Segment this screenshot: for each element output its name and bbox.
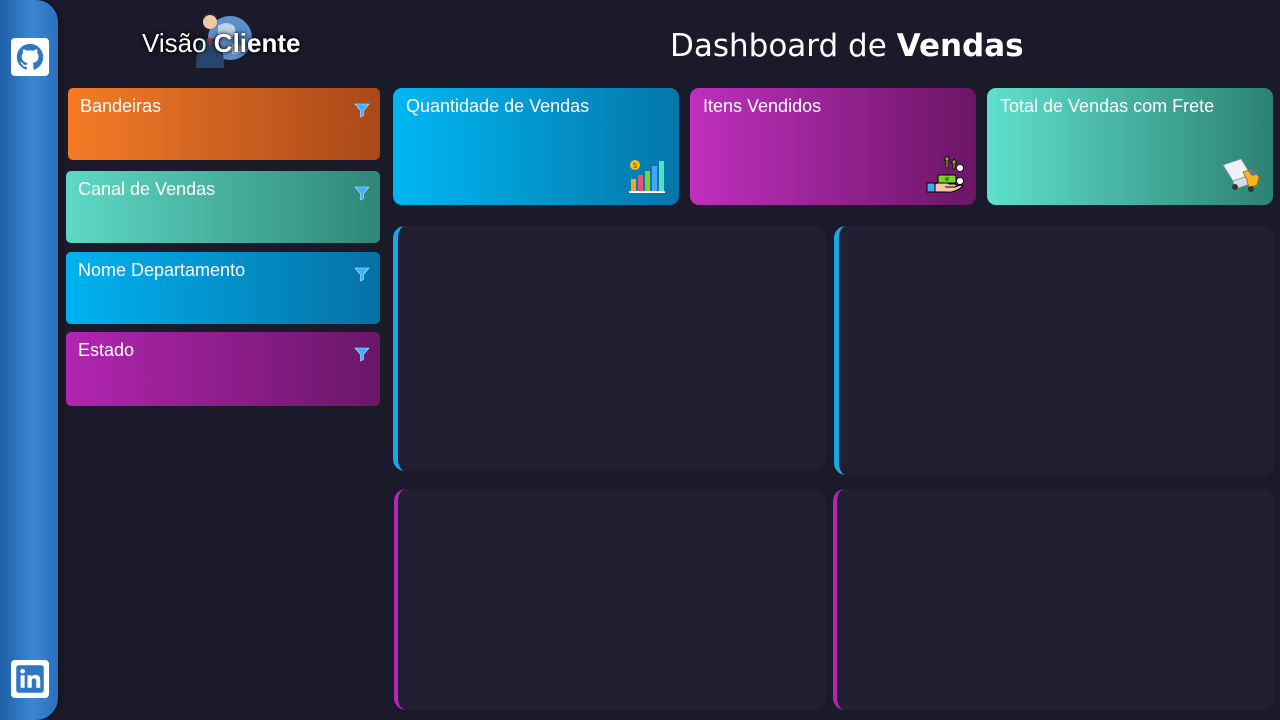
delivery-truck-icon [1222,158,1260,192]
filter-label: Canal de Vendas [78,179,216,199]
kpi-quantidade-de-vendas: Quantidade de Vendas $ [393,88,679,205]
filter-estado[interactable]: Estado [66,332,380,406]
brand-title-prefix: Visão [142,28,214,58]
filter-funnel-icon[interactable] [354,102,370,118]
money-hand-icon [926,155,964,193]
chart-panel-bottom-right [833,489,1275,710]
page-title-prefix: Dashboard de [670,28,897,64]
filter-canal-de-vendas[interactable]: Canal de Vendas [66,171,380,243]
filter-nome-departamento[interactable]: Nome Departamento [66,252,380,324]
kpi-label: Quantidade de Vendas [406,96,590,116]
kpi-label: Itens Vendidos [703,96,822,116]
filter-bandeiras[interactable]: Bandeiras [68,88,380,160]
filter-label: Estado [78,340,135,360]
svg-text:$: $ [632,161,637,170]
filter-funnel-icon[interactable] [354,266,370,282]
kpi-total-de-vendas-com-frete: Total de Vendas com Frete [987,88,1273,205]
kpi-label: Total de Vendas com Frete [1000,96,1215,116]
chart-panel-top-left [393,226,826,471]
filter-funnel-icon[interactable] [354,346,370,362]
chart-panel-bottom-left [394,489,826,710]
brand-title: Visão Cliente [142,28,300,59]
page-title: Dashboard de Vendas [670,28,1024,64]
github-icon[interactable] [11,38,49,76]
filter-funnel-icon[interactable] [354,185,370,201]
filter-label: Nome Departamento [78,260,246,280]
filter-label: Bandeiras [80,96,162,116]
brand-title-emphasis: Cliente [213,28,301,58]
kpi-itens-vendidos: Itens Vendidos [690,88,976,205]
linkedin-icon[interactable] [11,660,49,698]
bar-chart-icon: $ [629,160,665,193]
chart-panel-top-right [834,226,1275,475]
page-title-emphasis: Vendas [896,28,1024,64]
left-rail [0,0,58,720]
